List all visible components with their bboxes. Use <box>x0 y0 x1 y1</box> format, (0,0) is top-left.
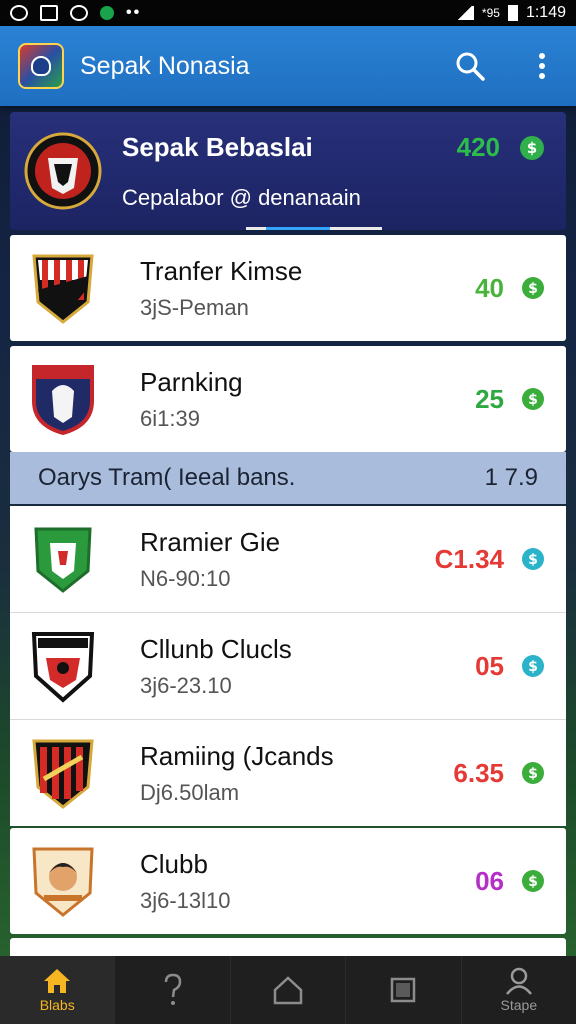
info-icon <box>70 5 88 21</box>
list-item-subtitle: Dj6.50lam <box>140 779 240 805</box>
bottom-navigation: Blabs Stape <box>0 956 576 1024</box>
club-crest-icon <box>32 739 94 809</box>
list-item-subtitle: 3jS-Peman <box>140 294 249 320</box>
list-item-title: Clubb <box>140 848 208 879</box>
dollar-badge-icon: $ <box>520 136 544 160</box>
nav-item-label: Blabs <box>39 997 75 1013</box>
dollar-badge-icon: $ <box>522 277 544 299</box>
battery-icon <box>507 5 518 21</box>
dollar-badge-icon: $ <box>522 388 544 410</box>
svg-text:$: $ <box>528 392 538 408</box>
list-item[interactable]: Tranfer Kimse 3jS-Peman 40 $ <box>10 235 566 341</box>
search-icon <box>456 52 485 81</box>
list-item-subtitle: N6-90:10 <box>140 565 231 591</box>
club-crest-icon <box>32 847 94 917</box>
featured-title: Sepak Bebaslai <box>122 131 313 162</box>
club-crest-icon <box>32 365 94 436</box>
list-item[interactable]: Cllunb Clucls 3j6-23.10 05 $ <box>10 613 566 719</box>
svg-text:$: $ <box>527 139 537 157</box>
nav-item-home[interactable]: Blabs <box>0 956 116 1024</box>
network-indicator: *95 <box>481 6 500 20</box>
svg-text:$: $ <box>528 552 538 568</box>
list-item-title: Ramiing (Jcands <box>140 740 334 771</box>
list-item-title: Rramier Gie <box>140 526 281 557</box>
list-item[interactable]: Clubb 3j6-13l10 06 $ <box>10 828 566 934</box>
svg-text:$: $ <box>528 766 538 782</box>
list-item-title: Cllunb Clucls <box>140 633 292 664</box>
featured-subtitle: Cepalabor @ denanaain <box>122 184 361 210</box>
app-bar: Sepak Nonasia <box>0 26 576 106</box>
list-item-value: 6.35 <box>453 757 504 788</box>
nav-item-profile[interactable]: Stape <box>462 956 576 1024</box>
more-notifications-icon: •• <box>126 4 142 21</box>
clock: 1:149 <box>525 4 566 21</box>
person-icon <box>505 967 532 995</box>
app-logo <box>18 43 64 89</box>
dollar-badge-icon: $ <box>522 548 544 570</box>
section-header-label: Oarys Tram( Ieeal bans. <box>38 464 296 491</box>
list-item-subtitle: 3j6-13l10 <box>140 887 231 913</box>
list-item-subtitle: 3j6-23.10 <box>140 672 232 698</box>
club-crest-icon <box>31 632 95 703</box>
svg-text:$: $ <box>528 659 538 675</box>
svg-text:$: $ <box>528 874 538 890</box>
featured-value: 420 <box>456 132 500 162</box>
tab-indicator <box>246 227 382 230</box>
section-header: Oarys Tram( Ieeal bans. 1 7.9 <box>10 452 566 504</box>
overflow-menu-button[interactable] <box>526 50 558 82</box>
signal-icon <box>455 6 474 20</box>
club-crest-icon <box>34 527 92 593</box>
nav-item-help[interactable] <box>115 956 231 1024</box>
status-bar: •• *95 1:149 <box>0 0 576 26</box>
help-icon <box>164 973 181 1005</box>
list-item-value: C1.34 <box>434 543 504 574</box>
svg-text:$: $ <box>528 281 538 297</box>
list-item-title: Tranfer Kimse <box>140 255 303 286</box>
list-item-value: 25 <box>475 383 504 414</box>
club-crest-icon <box>24 132 102 210</box>
list-item-title: Parnking <box>140 366 243 397</box>
nav-item-square[interactable] <box>346 956 462 1024</box>
nav-item-house[interactable] <box>231 956 347 1024</box>
more-vert-icon <box>539 53 545 79</box>
mail-icon <box>40 5 58 21</box>
list-item-value: 05 <box>475 650 504 681</box>
list-item-value: 06 <box>475 865 504 896</box>
list-item-value: 40 <box>475 272 504 303</box>
search-button[interactable] <box>454 50 486 82</box>
square-icon <box>391 977 416 1003</box>
app-notification-icon <box>100 6 114 20</box>
dollar-badge-icon: $ <box>522 870 544 892</box>
list-item-peek[interactable] <box>10 938 566 956</box>
list-item[interactable]: Rramier Gie N6-90:10 C1.34 $ <box>10 506 566 612</box>
dollar-badge-icon: $ <box>522 655 544 677</box>
home-icon <box>44 969 71 993</box>
dollar-badge-icon: $ <box>522 762 544 784</box>
list-item[interactable]: Ramiing (Jcands Dj6.50lam 6.35 $ <box>10 720 566 826</box>
club-crest-icon <box>32 254 94 324</box>
list-item[interactable]: Parnking 6i1:39 25 $ <box>10 346 566 452</box>
nav-item-label: Stape <box>500 997 538 1013</box>
house-outline-icon <box>273 976 303 1005</box>
section-header-count: 1 7.9 <box>484 464 538 491</box>
app-title: Sepak Nonasia <box>80 51 250 80</box>
list-item-subtitle: 6i1:39 <box>140 405 200 431</box>
featured-card[interactable]: Sepak Bebaslai Cepalabor @ denanaain 420… <box>10 112 566 230</box>
notification-icon <box>10 5 28 21</box>
